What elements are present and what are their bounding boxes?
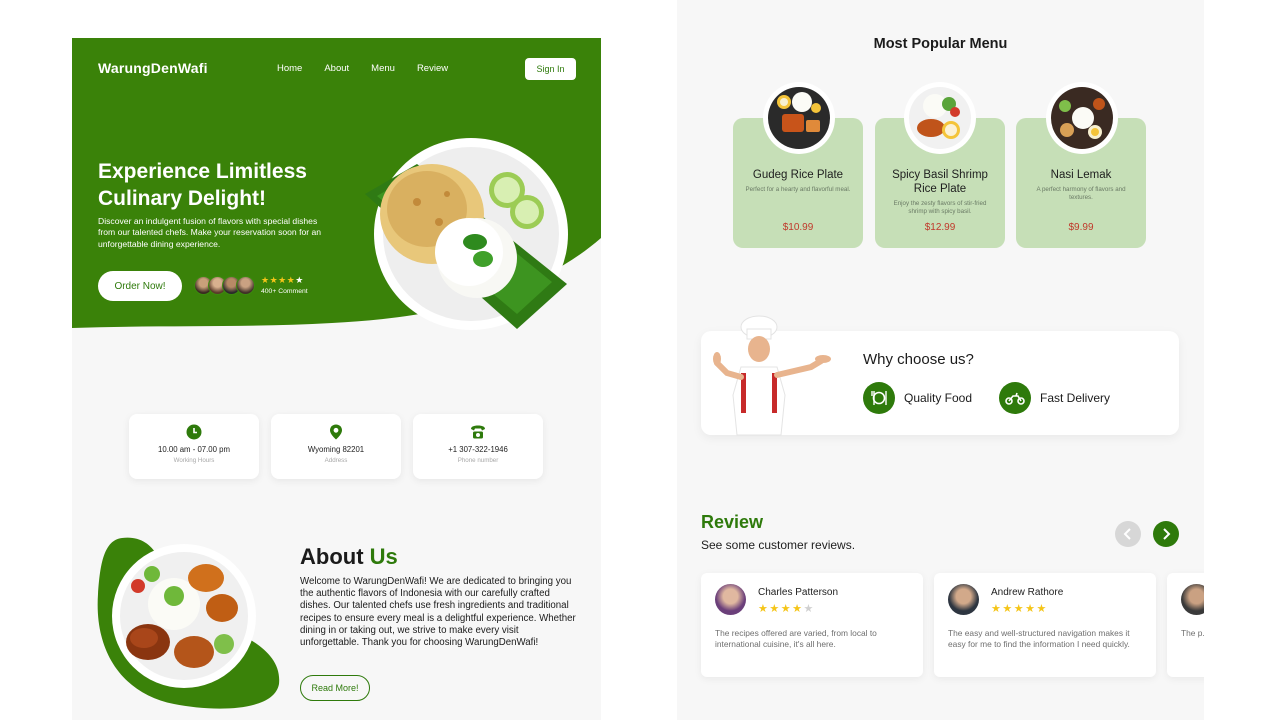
menu-item-price: $9.99 (1068, 222, 1094, 233)
review-rating-stars: ★★★★★ (758, 603, 815, 615)
sign-in-button[interactable]: Sign In (525, 58, 576, 80)
nav-link-home[interactable]: Home (277, 63, 302, 74)
customer-avatars (194, 276, 255, 295)
dining-plate-icon (863, 382, 895, 414)
phone-icon (471, 425, 485, 439)
menu-item-name: Spicy Basil Shrimp Rice Plate (892, 169, 988, 195)
nav-link-review[interactable]: Review (417, 63, 448, 74)
avatar (1181, 584, 1204, 615)
about-title: About Us (300, 544, 398, 570)
phone-label: Phone number (457, 457, 499, 464)
hero-rating-stars: ★★★★★ (261, 275, 304, 285)
address-label: Address (324, 457, 348, 464)
nav-link-menu[interactable]: Menu (371, 63, 395, 74)
review-text: The p... and n... more... (1181, 628, 1204, 638)
gudeg-plate-image (763, 82, 835, 154)
popular-menu-title: Most Popular Menu (873, 36, 1008, 52)
location-pin-icon (330, 424, 342, 440)
landing-page-left: WarungDenWafi Home About Menu Review Sig… (72, 38, 601, 720)
feature-quality-food: Quality Food (863, 382, 972, 414)
avatar (715, 584, 746, 615)
address-value: Wyoming 82201 (307, 445, 365, 454)
chevron-left-icon (1123, 528, 1131, 540)
next-review-button[interactable] (1153, 521, 1179, 547)
feature-label: Quality Food (904, 391, 973, 405)
review-rating-stars: ★★★★★ (991, 603, 1048, 615)
info-cards: 10.00 am - 07.00 pm Working Hours Wyomin… (129, 414, 543, 479)
clock-icon (186, 424, 202, 440)
about-food-plate-image (97, 537, 280, 709)
menu-item-price: $10.99 (782, 222, 814, 233)
order-now-button[interactable]: Order Now! (98, 271, 182, 301)
phone-card: +1 307-322-1946 Phone number (413, 414, 543, 479)
hero-title-line-1: Experience Limitless (98, 160, 307, 183)
reviewer-name: Andrew Rathore (991, 587, 1064, 598)
feature-label: Fast Delivery (1040, 391, 1111, 405)
menu-item-desc: A perfect harmony of flavors and texture… (1036, 186, 1126, 201)
hero-title: Experience Limitless Culinary Delight! (98, 158, 358, 212)
working-hours-label: Working Hours (173, 457, 215, 464)
menu-item-name: Nasi Lemak (1050, 169, 1112, 181)
menu-item-desc: Perfect for a hearty and flavorful meal. (745, 186, 851, 193)
menu-item-desc: Enjoy the zesty flavors of stir-fried sh… (893, 200, 987, 215)
review-card: Charles Patterson ★★★★★ The recipes offe… (701, 573, 923, 677)
navbar: WarungDenWafi Home About Menu Review Sig… (98, 58, 576, 82)
menu-item-price: $12.99 (924, 222, 956, 233)
review-card-partial: The p... and n... more... (1167, 573, 1204, 677)
avatar (236, 276, 255, 295)
working-hours-card: 10.00 am - 07.00 pm Working Hours (129, 414, 259, 479)
review-text: The recipes offered are varied, from loc… (715, 628, 877, 649)
address-card: Wyoming 82201 Address (271, 414, 401, 479)
motorbike-icon (999, 382, 1031, 414)
review-text: The easy and well-structured navigation … (948, 628, 1130, 649)
landing-page-right: Most Popular Menu Gudeg Rice Plate Perfe… (677, 0, 1204, 720)
avatar (948, 584, 979, 615)
nav-link-about[interactable]: About (324, 63, 349, 74)
chevron-right-icon (1163, 528, 1171, 540)
review-card: Andrew Rathore ★★★★★ The easy and well-s… (934, 573, 1156, 677)
review-subtitle: See some customer reviews. (701, 538, 856, 552)
comment-count: 400+ Comment (261, 288, 308, 295)
hero-description: Discover an indulgent fusion of flavors … (98, 216, 322, 249)
feature-fast-delivery: Fast Delivery (999, 382, 1110, 414)
about-description: Welcome to WarungDenWafi! We are dedicat… (300, 576, 576, 649)
menu-item-name: Gudeg Rice Plate (752, 169, 844, 181)
nasi-lemak-plate-image (1046, 82, 1118, 154)
about-title-text: About (300, 544, 364, 569)
working-hours-value: 10.00 am - 07.00 pm (158, 445, 230, 454)
phone-value: +1 307-322-1946 (448, 445, 508, 454)
reviewer-name: Charles Patterson (758, 587, 839, 598)
hero-title-line-2: Culinary Delight! (98, 187, 267, 210)
read-more-button[interactable]: Read More! (300, 675, 370, 701)
hero-food-plate-image (365, 138, 568, 330)
previous-review-button[interactable] (1115, 521, 1141, 547)
why-choose-us-title: Why choose us? (863, 351, 974, 368)
logo[interactable]: WarungDenWafi (98, 60, 208, 76)
nav-links: Home About Menu Review (277, 63, 448, 74)
chef-image (713, 315, 831, 436)
review-title: Review (701, 512, 764, 532)
about-title-highlight: Us (369, 544, 398, 569)
spicy-basil-shrimp-plate-image (904, 82, 976, 154)
